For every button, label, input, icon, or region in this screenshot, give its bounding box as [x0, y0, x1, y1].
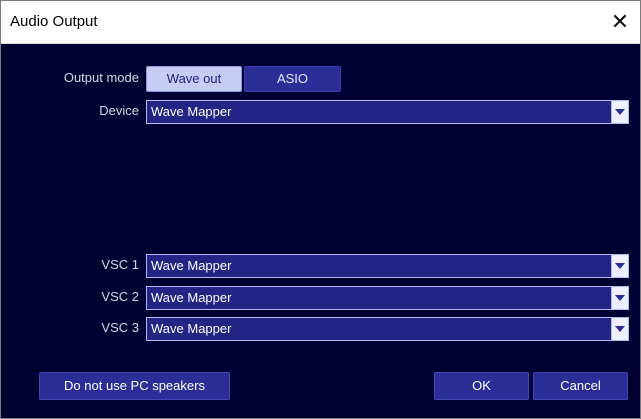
vsc-2-value: Wave Mapper — [151, 290, 232, 305]
wave-out-button[interactable]: Wave out — [146, 66, 242, 92]
vsc-1-label: VSC 1 — [101, 257, 139, 272]
close-icon: ✕ — [610, 9, 630, 35]
chevron-down-icon[interactable] — [611, 255, 628, 277]
cancel-button[interactable]: Cancel — [533, 372, 628, 400]
audio-output-dialog: Audio Output ✕ Output mode Wave out ASIO… — [0, 0, 641, 419]
output-mode-label: Output mode — [63, 70, 139, 85]
ok-button[interactable]: OK — [434, 372, 529, 400]
chevron-down-icon[interactable] — [611, 318, 628, 340]
vsc-1-select[interactable]: Wave Mapper — [146, 254, 629, 278]
vsc-1-value: Wave Mapper — [151, 258, 232, 273]
do-not-use-pc-speakers-button[interactable]: Do not use PC speakers — [39, 372, 230, 400]
vsc-3-value: Wave Mapper — [151, 321, 232, 336]
chevron-down-icon[interactable] — [611, 101, 628, 123]
window-title: Audio Output — [10, 13, 98, 30]
title-bar: Audio Output ✕ — [1, 1, 640, 44]
dialog-body: Output mode Wave out ASIO Device Wave Ma… — [1, 44, 640, 418]
vsc-3-select[interactable]: Wave Mapper — [146, 317, 629, 341]
device-label: Device — [99, 103, 139, 118]
vsc-2-label: VSC 2 — [101, 289, 139, 304]
device-select[interactable]: Wave Mapper — [146, 100, 629, 124]
asio-button[interactable]: ASIO — [244, 66, 341, 92]
vsc-2-select[interactable]: Wave Mapper — [146, 286, 629, 310]
close-button[interactable]: ✕ — [600, 1, 640, 43]
chevron-down-icon[interactable] — [611, 287, 628, 309]
vsc-3-label: VSC 3 — [101, 320, 139, 335]
device-value: Wave Mapper — [151, 104, 232, 119]
